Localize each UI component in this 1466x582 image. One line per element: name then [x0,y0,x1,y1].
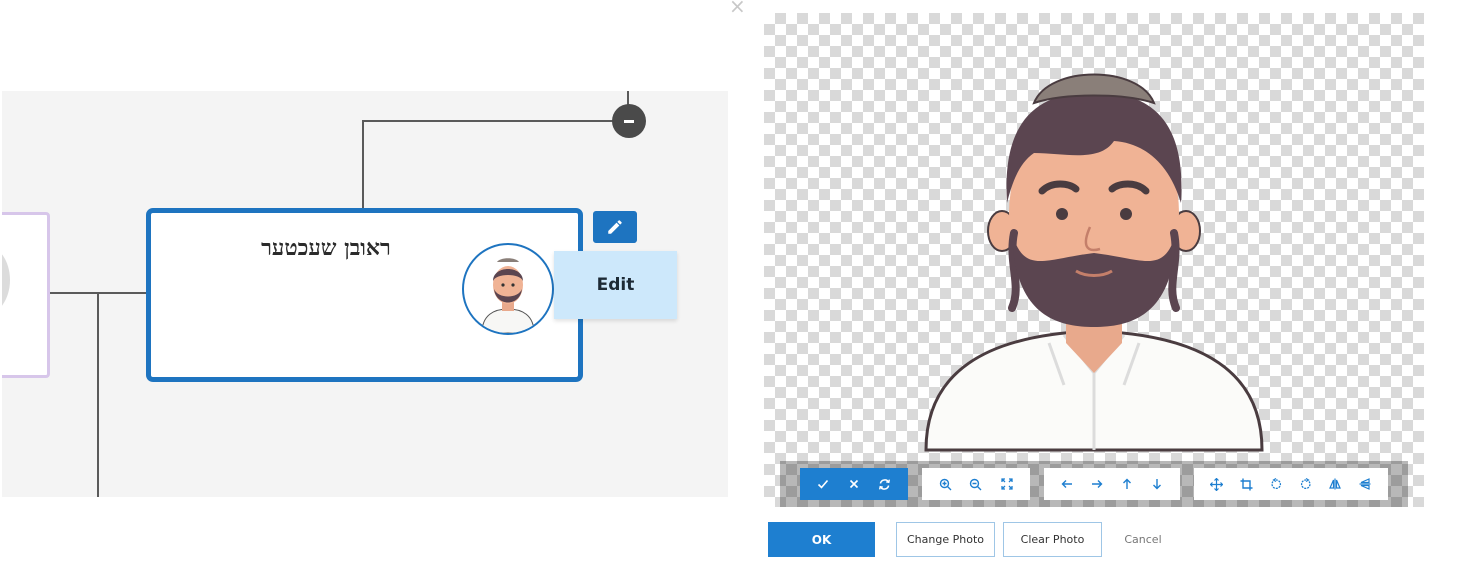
zoom-tool-group [922,468,1030,500]
change-photo-button[interactable]: Change Photo [896,522,995,557]
rotate-right-icon[interactable] [1296,474,1316,494]
check-icon[interactable] [813,474,833,494]
avatar-illustration [481,258,535,333]
close-icon[interactable]: × [729,0,746,16]
connector-line [627,91,629,105]
edit-button[interactable] [593,211,637,243]
move-icon[interactable] [1207,474,1227,494]
pencil-icon [608,220,622,234]
sibling-node-card[interactable] [2,212,50,378]
clear-photo-button[interactable]: Clear Photo [1003,522,1102,557]
fit-icon[interactable] [997,474,1017,494]
portrait-image[interactable] [764,13,1424,507]
image-editor-toolbar [780,461,1408,507]
person-name: ראובן שעכטער [261,235,391,261]
minus-icon [624,119,634,123]
edit-tooltip: Edit [554,251,677,319]
transform-tool-group [1194,468,1388,500]
reset-icon[interactable] [875,474,895,494]
zoom-out-icon[interactable] [966,474,986,494]
connector-line [362,120,364,209]
flip-vertical-icon[interactable] [1355,474,1375,494]
photo-editor-canvas[interactable] [764,13,1424,507]
tree-canvas[interactable]: ראובן שעכטער Edit [2,91,728,497]
rotate-left-icon[interactable] [1266,474,1286,494]
person-node-card[interactable]: ראובן שעכטער [146,208,583,382]
move-tool-group [1044,468,1180,500]
confirm-tool-group [800,468,908,500]
sibling-avatar [2,245,10,315]
arrow-left-icon[interactable] [1057,474,1077,494]
arrow-up-icon[interactable] [1117,474,1137,494]
ok-button[interactable]: OK [768,522,875,557]
crop-icon[interactable] [1236,474,1256,494]
cancel-button[interactable]: Cancel [1110,522,1176,557]
person-avatar[interactable] [462,243,554,335]
flip-horizontal-icon[interactable] [1325,474,1345,494]
connector-line [362,120,614,122]
arrow-right-icon[interactable] [1087,474,1107,494]
arrow-down-icon[interactable] [1147,474,1167,494]
zoom-in-icon[interactable] [935,474,955,494]
collapse-button[interactable] [612,104,646,138]
connector-line [97,292,99,497]
cancel-icon[interactable] [844,474,864,494]
